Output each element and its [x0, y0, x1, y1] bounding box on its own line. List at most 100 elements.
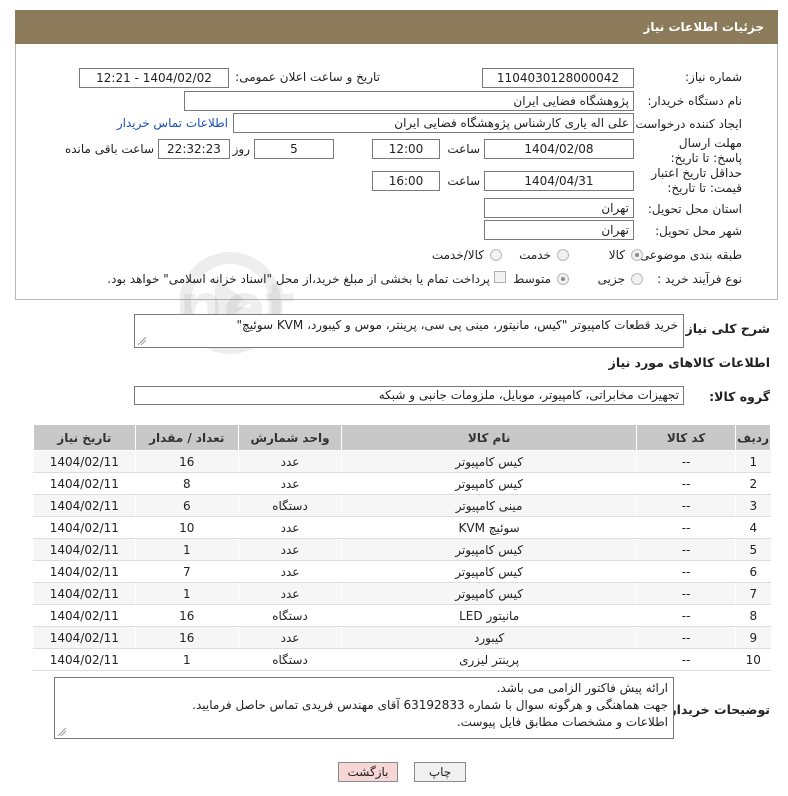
table-cell-qty: 1 [134, 538, 239, 561]
table-cell-qty: 10 [134, 516, 239, 539]
buyer-org-field: پژوهشگاه فضایی ایران [184, 91, 634, 111]
table-cell-name: مانیتور LED [341, 604, 637, 627]
creator-field: علی اله یاری کارشناس پژوهشگاه فضایی ایرا… [233, 113, 634, 133]
table-cell-unit: عدد [237, 560, 342, 583]
table-cell-code: -- [636, 450, 736, 473]
process-radio-minor[interactable] [631, 273, 643, 285]
column-header: تعداد / مقدار [134, 424, 239, 451]
table-cell-unit: عدد [237, 472, 342, 495]
table-row: 6 -- کیس کامپیوتر عدد 7 1404/02/11 [33, 560, 771, 583]
table-cell-qty: 16 [134, 604, 239, 627]
category-option-goods-service: کالا/خدمت [431, 248, 484, 262]
description-field: خرید قطعات کامپیوتر "کیس، مانیتور، مینی … [134, 314, 684, 348]
table-cell-name: کیس کامپیوتر [341, 560, 637, 583]
table-cell-name: کیس کامپیوتر [341, 472, 637, 495]
table-cell-qty: 1 [134, 648, 239, 671]
table-cell-qty: 1 [134, 582, 239, 605]
table-row: 7 -- کیس کامپیوتر عدد 1 1404/02/11 [33, 582, 771, 605]
category-label: طبقه بندی موضوعی: [635, 248, 742, 262]
table-row: 3 -- مینی کامپیوتر دستگاه 6 1404/02/11 [33, 494, 771, 517]
table-cell-n: 7 [735, 582, 771, 605]
table-cell-n: 4 [735, 516, 771, 539]
column-header: تاریخ نیاز [33, 424, 136, 451]
page-title: جزئیات اطلاعات نیاز [15, 10, 778, 44]
goods-table: ردیف کد کالا نام کالا واحد شمارش تعداد /… [33, 424, 771, 671]
column-header: نام کالا [341, 424, 638, 451]
remaining-label: ساعت باقی مانده [64, 142, 154, 156]
table-cell-code: -- [636, 538, 736, 561]
column-header: ردیف [735, 424, 771, 451]
table-row: 10 -- پرینتر لیزری دستگاه 1 1404/02/11 [33, 648, 771, 671]
table-cell-date: 1404/02/11 [33, 450, 136, 473]
table-cell-n: 2 [735, 472, 771, 495]
table-cell-n: 1 [735, 450, 771, 473]
price-validity-date-field: 1404/04/31 [484, 171, 634, 191]
buyer-notes-label: توضیحات خریدار: [664, 702, 770, 717]
table-cell-name: پرینتر لیزری [341, 648, 637, 671]
need-number-field: 1104030128000042 [482, 68, 634, 88]
category-option-goods: کالا [608, 248, 625, 262]
category-radio-service[interactable] [557, 249, 569, 261]
deadline-time-field: 12:00 [372, 139, 440, 159]
process-radio-medium[interactable] [557, 273, 569, 285]
remaining-time-field: 22:32:23 [158, 139, 230, 159]
treasury-payment-checkbox[interactable] [494, 271, 506, 283]
contact-info-link[interactable]: اطلاعات تماس خریدار [117, 116, 228, 130]
table-cell-code: -- [636, 494, 736, 517]
table-cell-n: 5 [735, 538, 771, 561]
table-cell-date: 1404/02/11 [33, 516, 136, 539]
column-header: واحد شمارش [237, 424, 343, 451]
table-cell-name: کیبورد [341, 626, 637, 649]
price-validity-time-label: ساعت [447, 174, 480, 188]
table-cell-unit: عدد [237, 450, 342, 473]
table-cell-name: مینی کامپیوتر [341, 494, 637, 517]
deadline-label: مهلت ارسال پاسخ: تا تاریخ: [670, 136, 742, 165]
table-cell-date: 1404/02/11 [33, 626, 136, 649]
resize-grip-icon[interactable] [58, 728, 66, 736]
deadline-time-label: ساعت [447, 142, 480, 156]
table-cell-name: کیس کامپیوتر [341, 582, 637, 605]
table-cell-qty: 7 [134, 560, 239, 583]
process-option-minor: جزیی [597, 272, 625, 286]
table-cell-code: -- [636, 560, 736, 583]
column-header: کد کالا [636, 424, 737, 451]
table-cell-n: 9 [735, 626, 771, 649]
goods-section-title: اطلاعات کالاهای مورد نیاز [608, 355, 770, 370]
creator-label: ایجاد کننده درخواست: [631, 117, 742, 131]
table-cell-name: سوئیچ KVM [341, 516, 637, 539]
buyer-notes-line: ارائه پیش فاکتور الزامی می باشد. [496, 681, 668, 695]
table-row: 2 -- کیس کامپیوتر عدد 8 1404/02/11 [33, 472, 771, 495]
description-text: خرید قطعات کامپیوتر "کیس، مانیتور، مینی … [236, 318, 678, 332]
table-cell-date: 1404/02/11 [33, 604, 136, 627]
table-cell-unit: دستگاه [237, 604, 342, 627]
buyer-org-label: نام دستگاه خریدار: [647, 94, 743, 108]
resize-grip-icon[interactable] [138, 337, 146, 345]
category-radio-goods[interactable] [631, 249, 643, 261]
table-cell-n: 8 [735, 604, 771, 627]
table-cell-qty: 16 [134, 626, 239, 649]
goods-group-label: گروه کالا: [709, 389, 770, 404]
table-cell-name: کیس کامپیوتر [341, 450, 637, 473]
table-cell-code: -- [636, 472, 736, 495]
back-button[interactable]: بازگشت [338, 762, 398, 782]
table-row: 4 -- سوئیچ KVM عدد 10 1404/02/11 [33, 516, 771, 539]
table-cell-qty: 16 [134, 450, 239, 473]
province-field: تهران [484, 198, 634, 218]
table-row: 8 -- مانیتور LED دستگاه 16 1404/02/11 [33, 604, 771, 627]
table-row: 1 -- کیس کامپیوتر عدد 16 1404/02/11 [33, 450, 771, 473]
city-label: شهر محل تحویل: [655, 224, 742, 238]
process-option-medium: متوسط [513, 272, 551, 286]
table-cell-qty: 8 [134, 472, 239, 495]
category-option-service: خدمت [519, 248, 551, 262]
table-cell-date: 1404/02/11 [33, 494, 136, 517]
print-button[interactable]: چاپ [414, 762, 466, 782]
category-radio-goods-service[interactable] [490, 249, 502, 261]
table-cell-n: 6 [735, 560, 771, 583]
table-cell-qty: 6 [134, 494, 239, 517]
need-number-label: شماره نیاز: [685, 70, 742, 84]
table-row: 5 -- کیس کامپیوتر عدد 1 1404/02/11 [33, 538, 771, 561]
buyer-notes-line: اطلاعات و مشخصات مطابق فایل پیوست. [456, 715, 668, 729]
city-field: تهران [484, 220, 634, 240]
table-cell-n: 3 [735, 494, 771, 517]
process-label: نوع فرآیند خرید : [657, 272, 742, 286]
